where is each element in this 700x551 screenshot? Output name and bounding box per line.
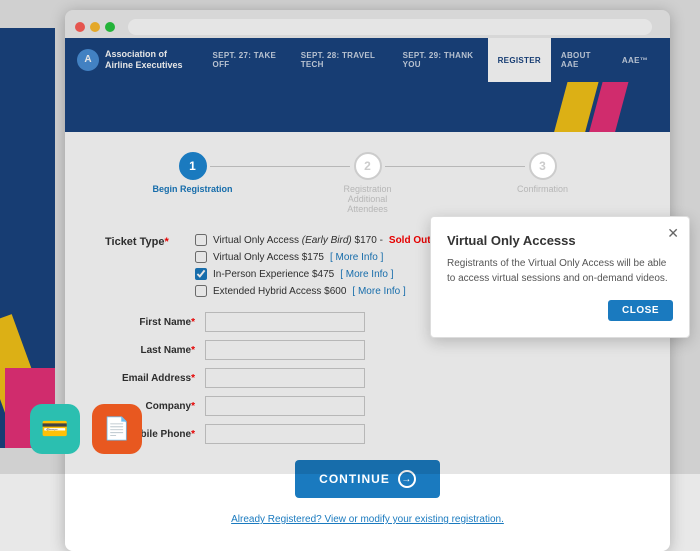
bottom-icon-card: 💳 <box>30 404 80 454</box>
certificate-icon: 📄 <box>103 416 130 442</box>
bottom-icon-certificate: 📄 <box>92 404 142 454</box>
step-1-circle: 1 <box>179 152 207 180</box>
popup-dialog: Virtual Only Accesss ✕ Registrants of th… <box>430 216 670 338</box>
step-2-circle: 2 <box>354 152 382 180</box>
popup-title: Virtual Only Accesss <box>447 233 670 248</box>
popup-body-text: Registrants of the Virtual Only Access w… <box>447 256 670 286</box>
bottom-icons: 💳 📄 <box>30 404 142 454</box>
popup-close-x-button[interactable]: ✕ <box>667 225 670 242</box>
popup-overlay: Virtual Only Accesss ✕ Registrants of th… <box>65 10 670 474</box>
step-3-circle: 3 <box>529 152 557 180</box>
card-icon: 💳 <box>41 416 68 442</box>
popup-close-button[interactable]: CLOSE <box>608 300 670 321</box>
already-registered-link[interactable]: Already Registered? View or modify your … <box>105 514 630 525</box>
